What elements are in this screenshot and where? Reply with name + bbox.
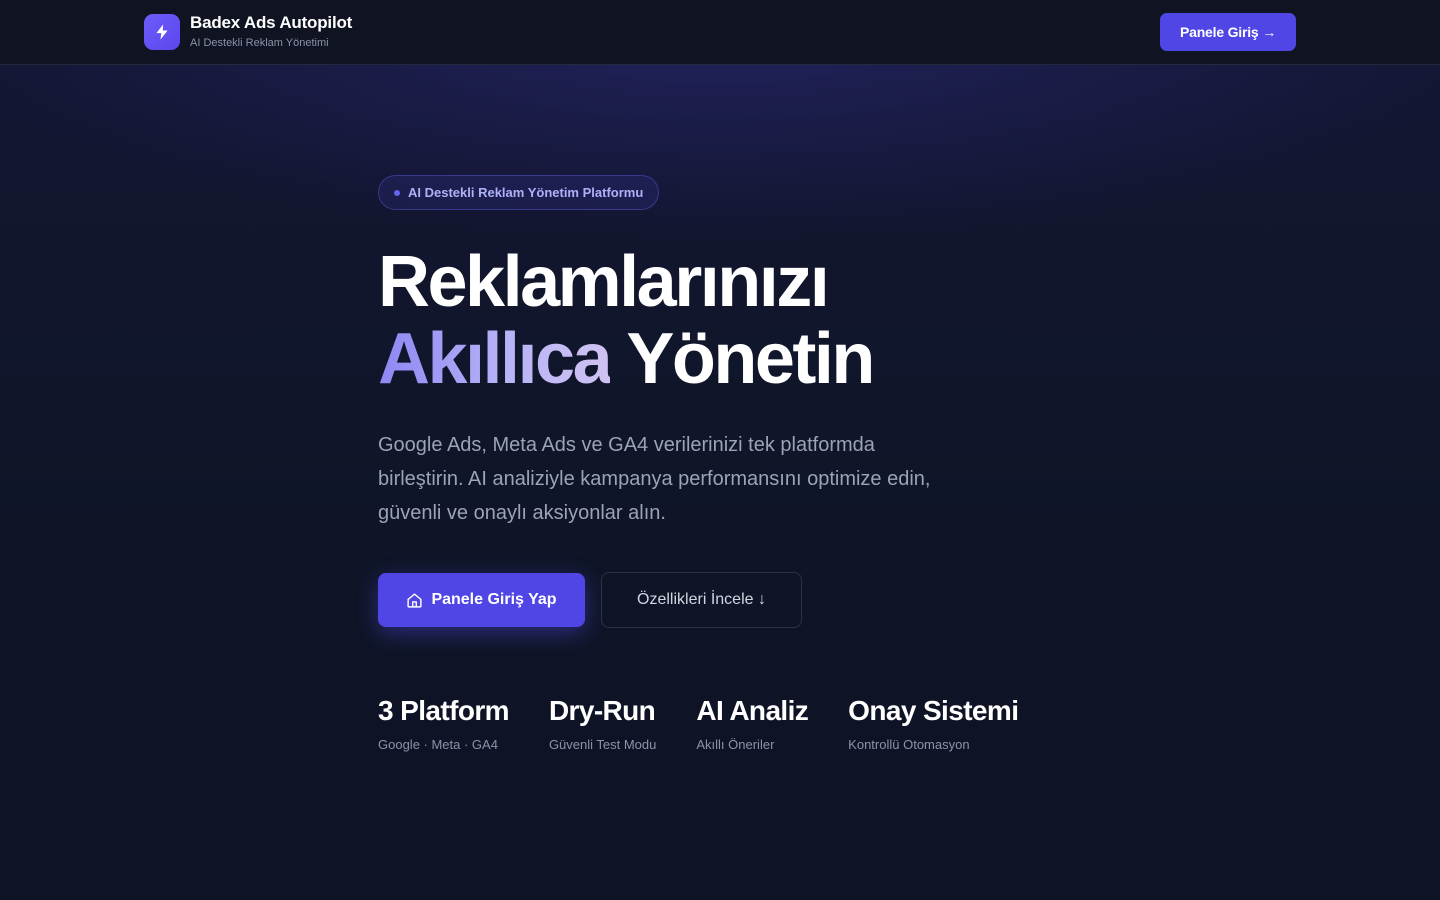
headline-accent: Akıllıca	[378, 319, 613, 399]
stat-item: Dry-Run Güvenli Test Modu	[549, 694, 656, 752]
stat-label: Google · Meta · GA4	[378, 737, 498, 752]
stat-label: Kontrollü Otomasyon	[848, 737, 970, 752]
hero-section: AI Destekli Reklam Yönetim Platformu Rek…	[378, 175, 1098, 752]
brand[interactable]: Badex Ads Autopilot AI Destekli Reklam Y…	[144, 13, 352, 50]
stat-value: Dry-Run	[548, 695, 656, 726]
landing-page: Badex Ads Autopilot AI Destekli Reklam Y…	[0, 0, 1440, 900]
lightning-bolt-icon	[144, 13, 180, 50]
stats-row: 3 Platform Google · Meta · GA4 Dry-Run G…	[378, 694, 1098, 752]
badge-label: AI Destekli Reklam Yönetim Platformu	[408, 185, 644, 200]
stat-value: AI Analiz	[696, 695, 809, 726]
platform-badge: AI Destekli Reklam Yönetim Platformu	[378, 175, 660, 210]
headline-line-1: Reklamlarınızı	[378, 242, 830, 322]
home-icon	[407, 592, 423, 608]
stat-item: Onay Sistemi Kontrollü Otomasyon	[848, 694, 1019, 752]
hero-description: Google Ads, Meta Ads ve GA4 verilerinizi…	[378, 434, 931, 524]
headline-rest: Yönetin	[626, 319, 875, 399]
stat-value: Onay Sistemi	[848, 695, 1019, 726]
explore-features-button[interactable]: Özellikleri İncele ↓	[601, 572, 802, 628]
badge-dot-icon	[394, 189, 400, 196]
stat-value: 3 Platform	[378, 695, 510, 726]
hero-actions: Panele Giriş Yap Özellikleri İncele ↓	[378, 572, 1098, 628]
panel-login-button[interactable]: Panele Giriş →	[1160, 13, 1296, 51]
headline-line-2: Akıllıca Yönetin	[378, 321, 1098, 398]
stat-item: AI Analiz Akıllı Öneriler	[696, 694, 808, 752]
panel-login-primary-button[interactable]: Panele Giriş Yap	[378, 573, 585, 627]
stat-item: 3 Platform Google · Meta · GA4	[378, 694, 510, 752]
brand-title: Badex Ads Autopilot	[190, 13, 353, 32]
stat-label: Güvenli Test Modu	[548, 737, 657, 752]
brand-text: Badex Ads Autopilot AI Destekli Reklam Y…	[190, 13, 352, 50]
primary-button-label: Panele Giriş Yap	[431, 591, 557, 608]
hero-headline: Reklamlarınızı Akıllıca Yönetin	[378, 244, 1098, 398]
stat-label: Akıllı Öneriler	[696, 737, 775, 752]
brand-subtitle: AI Destekli Reklam Yönetimi	[190, 37, 329, 49]
top-navbar: Badex Ads Autopilot AI Destekli Reklam Y…	[0, 0, 1440, 65]
